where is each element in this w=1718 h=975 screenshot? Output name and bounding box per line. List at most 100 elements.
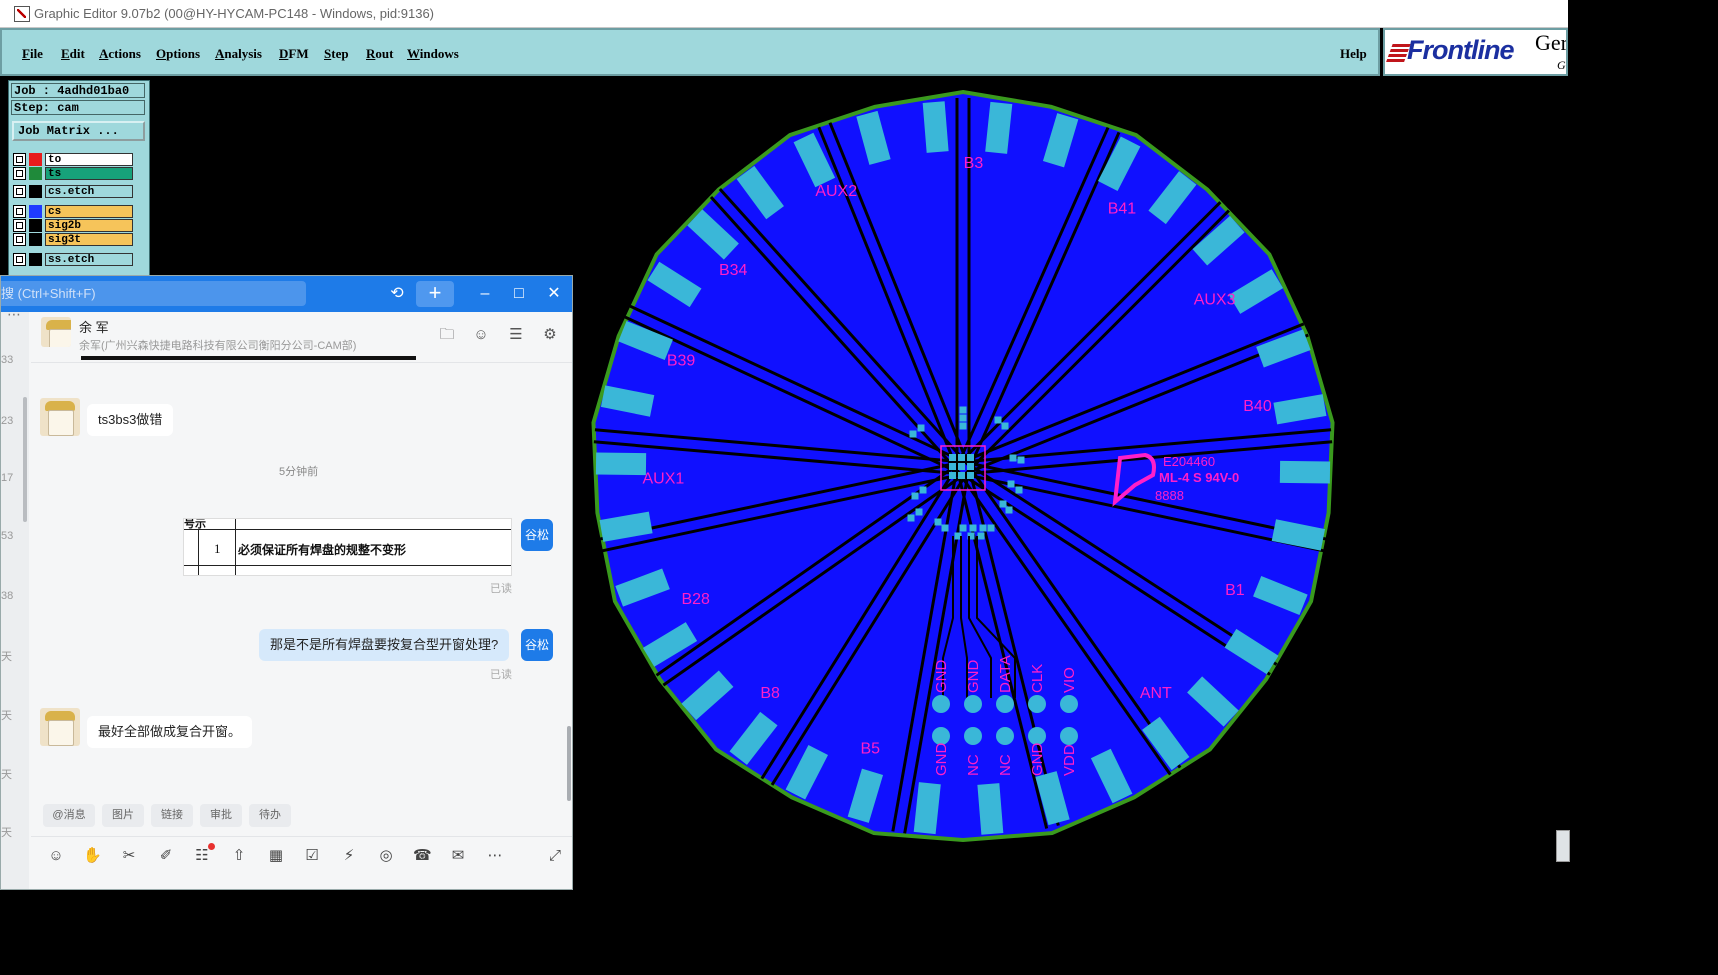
menu-step[interactable]: Step (324, 46, 349, 62)
search-input[interactable]: 搜 (Ctrl+Shift+F) (1, 281, 306, 306)
gear-icon[interactable]: ⚙ (541, 326, 559, 344)
step-name: Step: cam (11, 100, 145, 115)
menu-options[interactable]: Options (156, 46, 200, 62)
screen-share-icon[interactable]: ◎ (377, 847, 395, 865)
layer-row-ts[interactable]: ts (13, 167, 133, 180)
pcb-small-pad (1017, 456, 1025, 464)
quick-chip[interactable]: @消息 (43, 804, 95, 827)
emoji-icon[interactable]: ☺ (47, 847, 65, 865)
calendar-icon[interactable]: ▦ (267, 847, 285, 865)
pcb-canvas[interactable]: B3 B41 AUX3 B40 B1 ANT B5 B8 B28 AUX1 B39 B34 AUX2 GN… (575, 80, 1565, 890)
pcb-small-pad (1007, 480, 1015, 488)
layer-name[interactable]: sig2b (45, 219, 133, 232)
scissors-icon[interactable]: ✂ (120, 847, 138, 865)
job-matrix-button[interactable]: Job Matrix ... (12, 121, 145, 141)
layer-checkbox[interactable] (13, 253, 26, 266)
layer-color-swatch[interactable] (29, 167, 42, 180)
close-icon[interactable]: ✕ (542, 282, 566, 306)
menu-rout[interactable]: Rout (366, 46, 393, 62)
folder-icon[interactable]: 🗀 (438, 326, 456, 344)
layer-row-to[interactable]: to (13, 153, 133, 166)
menu-actions[interactable]: Actions (99, 46, 141, 62)
chat-scrollbar[interactable] (567, 726, 571, 801)
search-history-icon[interactable]: ☰ (507, 326, 525, 344)
maximize-icon[interactable]: □ (507, 282, 531, 306)
minimize-icon[interactable]: – (473, 282, 497, 306)
pcb-pin-label: GND (933, 660, 950, 694)
quick-chip[interactable]: 图片 (102, 804, 144, 827)
pcb-small-pad (977, 532, 985, 540)
window-corner-widget[interactable] (1556, 830, 1570, 862)
more-icon[interactable]: ⋯ (486, 847, 504, 865)
avatar[interactable] (40, 398, 80, 436)
layer-checkbox[interactable] (13, 219, 26, 232)
layer-name[interactable]: ss.etch (45, 253, 133, 266)
layer-row-sig3t[interactable]: sig3t (13, 233, 133, 246)
layer-checkbox[interactable] (13, 185, 26, 198)
menu-file[interactable]: File (22, 46, 43, 62)
layer-name[interactable]: cs (45, 205, 133, 218)
app-title-bar: Graphic Editor 9.07b2 (00@HY-HYCAM-PC148… (0, 0, 1568, 28)
note-icon[interactable]: ✐ (157, 847, 175, 865)
layer-row-ss-etch[interactable]: ss.etch (13, 253, 133, 266)
my-avatar[interactable]: 谷松 (521, 519, 553, 551)
layer-color-swatch[interactable] (29, 233, 42, 246)
image-message[interactable]: 号示 1 必须保证所有焊盘的规整不变形 (183, 518, 512, 576)
phone-icon[interactable]: ☎ (413, 847, 432, 865)
sidebar-item-badge: 23 (1, 415, 14, 427)
pcb-marking-text: E204460 (1163, 454, 1215, 469)
menu-edit[interactable]: Edit (61, 46, 85, 62)
job-name: Job : 4adhd01ba0 (11, 83, 145, 98)
quick-chip[interactable]: 待办 (249, 804, 291, 827)
history-icon[interactable]: ⟲ (385, 282, 409, 306)
more-dots-icon[interactable]: ⋯ (7, 306, 21, 323)
lightning-icon[interactable]: ⚡ (340, 847, 358, 865)
layer-row-sig2b[interactable]: sig2b (13, 219, 133, 232)
layer-name[interactable]: cs.etch (45, 185, 133, 198)
menu-label: tep (331, 46, 349, 61)
avatar[interactable] (40, 708, 80, 746)
layer-checkbox[interactable] (13, 233, 26, 246)
layer-color-swatch[interactable] (29, 253, 42, 266)
layer-row-cs-etch[interactable]: cs.etch (13, 185, 133, 198)
pcb-antenna-label: B34 (719, 262, 748, 279)
layer-color-swatch[interactable] (29, 185, 42, 198)
pcb-small-pad (1005, 506, 1013, 514)
check-icon[interactable]: ☑ (303, 847, 321, 865)
menu-dfm[interactable]: DFM (279, 46, 309, 62)
layer-color-swatch[interactable] (29, 219, 42, 232)
menu-analysis[interactable]: Analysis (215, 46, 262, 62)
layer-name[interactable]: ts (45, 167, 133, 180)
sidebar-item-badge: 天 (1, 710, 12, 722)
add-button[interactable]: + (416, 281, 454, 307)
thumbs-up-icon[interactable]: ✋ (83, 847, 102, 865)
layer-name[interactable]: to (45, 153, 133, 166)
my-avatar[interactable]: 谷松 (521, 629, 553, 661)
pcb-pin-pad (1028, 695, 1046, 713)
layer-color-swatch[interactable] (29, 153, 42, 166)
mail-icon[interactable]: ✉ (449, 847, 467, 865)
layer-checkbox[interactable] (13, 153, 26, 166)
add-member-icon[interactable]: ☺ (472, 326, 490, 344)
task-icon[interactable]: ☷ (193, 847, 211, 865)
sidebar-item-badge: 17 (1, 472, 14, 484)
chat-window: 搜 (Ctrl+Shift+F) ⟲ + – □ ✕ ⋯ 33 23 17 53 38 天… (0, 275, 573, 890)
layer-name[interactable]: sig3t (45, 233, 133, 246)
avatar[interactable] (41, 317, 71, 347)
layer-color-swatch[interactable] (29, 205, 42, 218)
job-panel: Job : 4adhd01ba0 Step: cam Job Matrix ..… (8, 80, 150, 282)
sidebar-scrollbar[interactable] (23, 397, 27, 522)
menu-mnemonic: W (407, 46, 420, 61)
quick-chip[interactable]: 链接 (151, 804, 193, 827)
quick-chip[interactable]: 审批 (200, 804, 242, 827)
layer-checkbox[interactable] (13, 167, 26, 180)
layer-row-cs[interactable]: cs (13, 205, 133, 218)
menu-windows[interactable]: Windows (407, 46, 459, 62)
expand-icon[interactable]: ⤢ (546, 847, 564, 865)
layer-checkbox[interactable] (13, 205, 26, 218)
pcb-small-pad (915, 508, 923, 516)
menu-help[interactable]: Help (1340, 46, 1367, 62)
pcb-antenna-label: B8 (760, 685, 780, 702)
upload-icon[interactable]: ⇧ (230, 847, 248, 865)
pcb-antenna-label: B3 (964, 155, 984, 172)
